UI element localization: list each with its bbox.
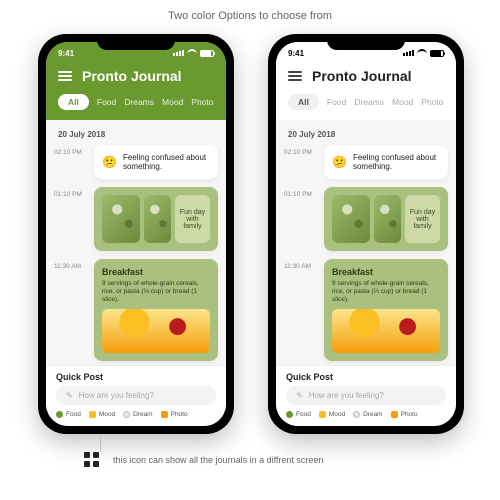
dream-dot-icon <box>353 411 360 418</box>
category-tabs: All Food Dreams Mood Photo <box>58 94 214 110</box>
entry-title: Breakfast <box>102 267 210 277</box>
pencil-icon: ✎ <box>66 391 73 400</box>
entry-subtitle: 9 servings of whole-grain cereals, rice,… <box>102 280 210 304</box>
chip-dream[interactable]: Dream <box>353 411 383 418</box>
photo-dot-icon <box>391 411 398 418</box>
tab-food[interactable]: Food <box>97 97 116 107</box>
tab-photo[interactable]: Photo <box>421 97 443 107</box>
feed-date: 20 July 2018 <box>288 130 448 139</box>
feed-date: 20 July 2018 <box>58 130 218 139</box>
entry-card-food[interactable]: Breakfast 9 servings of whole-grain cere… <box>94 259 218 361</box>
photo-thumbnail <box>332 309 440 353</box>
tab-food[interactable]: Food <box>327 97 346 107</box>
confused-emoji-icon: 😕 <box>332 155 347 169</box>
mood-dot-icon <box>89 411 96 418</box>
wifi-icon <box>417 49 427 57</box>
hamburger-menu-icon[interactable] <box>288 71 302 81</box>
entry-text: Feeling confused about something. <box>123 153 210 171</box>
battery-icon <box>200 50 214 57</box>
entry-row: 11:30 AM Breakfast 9 servings of whole-g… <box>284 259 448 361</box>
app-header: Pronto Journal All Food Dreams Mood Phot… <box>46 64 226 120</box>
pencil-icon: ✎ <box>296 391 303 400</box>
tab-mood[interactable]: Mood <box>162 97 183 107</box>
entry-row: 02:10 PM 😕 Feeling confused about someth… <box>54 145 218 179</box>
footer-annotation-text: this icon can show all the journals in a… <box>113 455 323 465</box>
photo-thumbnail <box>102 309 210 353</box>
photo-dot-icon <box>161 411 168 418</box>
app-title: Pronto Journal <box>312 68 412 84</box>
entry-row: 02:10 PM 😕 Feeling confused about someth… <box>284 145 448 179</box>
footer-annotation: this icon can show all the journals in a… <box>84 452 323 467</box>
entry-card-photos[interactable]: Fun day with family <box>94 187 218 251</box>
app-title: Pronto Journal <box>82 68 182 84</box>
quick-post-title: Quick Post <box>56 372 216 382</box>
entry-title: Breakfast <box>332 267 440 277</box>
quick-post-title: Quick Post <box>286 372 446 382</box>
device-notch <box>327 34 405 50</box>
phone-mockup-green: 9:41 Pronto Journal All Food <box>38 34 234 434</box>
entry-card-photos[interactable]: Fun day with family <box>324 187 448 251</box>
device-notch <box>97 34 175 50</box>
chip-photo[interactable]: Photo <box>391 411 418 418</box>
status-time: 9:41 <box>58 49 74 58</box>
entry-time: 02:10 PM <box>284 145 318 179</box>
photo-thumbnail <box>144 195 171 243</box>
photo-thumbnail <box>374 195 401 243</box>
signal-icon <box>173 50 184 56</box>
annotation-pointer <box>100 436 101 452</box>
entry-card-food[interactable]: Breakfast 9 servings of whole-grain cere… <box>324 259 448 361</box>
status-time: 9:41 <box>288 49 304 58</box>
quick-post-input[interactable]: ✎ How are you feeling? <box>286 386 446 405</box>
tab-photo[interactable]: Photo <box>191 97 213 107</box>
entry-time: 11:30 AM <box>284 259 318 361</box>
quick-post-input[interactable]: ✎ How are you feeling? <box>56 386 216 405</box>
feed: 20 July 2018 02:10 PM 😕 Feeling confused… <box>46 120 226 365</box>
grid-view-icon <box>84 452 99 467</box>
phone-mockup-white: 9:41 Pronto Journal All Food <box>268 34 464 434</box>
chip-food[interactable]: Food <box>286 411 311 418</box>
hamburger-menu-icon[interactable] <box>58 71 72 81</box>
tab-dreams[interactable]: Dreams <box>354 97 384 107</box>
entry-row: 01:10 PM Fun day with family <box>54 187 218 251</box>
food-dot-icon <box>286 411 293 418</box>
entry-caption: Fun day with family <box>175 195 210 243</box>
tab-all[interactable]: All <box>58 94 89 110</box>
mood-dot-icon <box>319 411 326 418</box>
dream-dot-icon <box>123 411 130 418</box>
quick-post-panel: Quick Post ✎ How are you feeling? Food M… <box>276 365 456 426</box>
wifi-icon <box>187 49 197 57</box>
chip-mood[interactable]: Mood <box>319 411 345 418</box>
entry-time: 01:10 PM <box>284 187 318 251</box>
chip-photo[interactable]: Photo <box>161 411 188 418</box>
entry-card-mood[interactable]: 😕 Feeling confused about something. <box>94 145 218 179</box>
feed: 20 July 2018 02:10 PM 😕 Feeling confused… <box>276 120 456 365</box>
entry-caption: Fun day with family <box>405 195 440 243</box>
tab-all[interactable]: All <box>288 94 319 110</box>
entry-row: 11:30 AM Breakfast 9 servings of whole-g… <box>54 259 218 361</box>
chip-mood[interactable]: Mood <box>89 411 115 418</box>
entry-card-mood[interactable]: 😕 Feeling confused about something. <box>324 145 448 179</box>
entry-time: 01:10 PM <box>54 187 88 251</box>
entry-time: 02:10 PM <box>54 145 88 179</box>
quick-post-placeholder: How are you feeling? <box>79 391 154 400</box>
entry-row: 01:10 PM Fun day with family <box>284 187 448 251</box>
food-dot-icon <box>56 411 63 418</box>
page-heading: Two color Options to choose from <box>0 10 500 22</box>
entry-time: 11:30 AM <box>54 259 88 361</box>
battery-icon <box>430 50 444 57</box>
app-header: Pronto Journal All Food Dreams Mood Phot… <box>276 64 456 120</box>
entry-text: Feeling confused about something. <box>353 153 440 171</box>
photo-thumbnail <box>102 195 140 243</box>
tab-mood[interactable]: Mood <box>392 97 413 107</box>
chip-dream[interactable]: Dream <box>123 411 153 418</box>
signal-icon <box>403 50 414 56</box>
quick-post-panel: Quick Post ✎ How are you feeling? Food M… <box>46 365 226 426</box>
entry-subtitle: 9 servings of whole-grain cereals, rice,… <box>332 280 440 304</box>
photo-thumbnail <box>332 195 370 243</box>
quick-post-placeholder: How are you feeling? <box>309 391 384 400</box>
category-tabs: All Food Dreams Mood Photo <box>288 94 444 110</box>
chip-food[interactable]: Food <box>56 411 81 418</box>
confused-emoji-icon: 😕 <box>102 155 117 169</box>
tab-dreams[interactable]: Dreams <box>124 97 154 107</box>
